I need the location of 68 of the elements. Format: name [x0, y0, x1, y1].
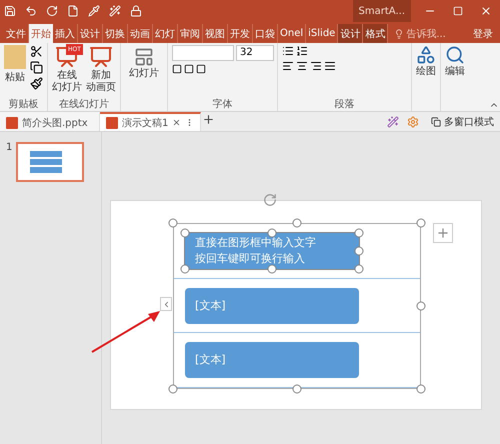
slides-button[interactable]: 幻灯片 [129, 47, 159, 79]
text-shape[interactable]: [文本] [185, 288, 359, 324]
undo-icon[interactable] [25, 5, 37, 17]
editing-button[interactable]: 编辑 [445, 45, 465, 77]
close-icon[interactable] [172, 118, 182, 127]
selection-handle[interactable] [416, 384, 426, 394]
selection-handle[interactable] [268, 228, 276, 238]
plus-icon[interactable] [202, 113, 216, 126]
selection-handle[interactable] [168, 384, 178, 394]
shapes-icon [416, 45, 436, 65]
group-label: 段落 [334, 98, 356, 111]
cut-icon[interactable] [30, 45, 43, 58]
powerpoint-icon [106, 116, 118, 128]
search-icon [445, 45, 465, 65]
new-file-icon[interactable] [67, 5, 79, 17]
text-pane-toggle[interactable] [160, 297, 172, 311]
eyedropper-icon[interactable] [88, 5, 100, 17]
tell-me-field[interactable]: 告诉我... [406, 26, 446, 40]
save-icon[interactable] [4, 5, 16, 17]
selection-handle[interactable] [416, 218, 426, 228]
format-painter-icon[interactable] [30, 77, 43, 90]
rotate-handle-icon[interactable] [263, 193, 277, 207]
slide-number: 1 [6, 142, 12, 153]
lock-icon[interactable] [130, 5, 142, 17]
copy-icon[interactable] [30, 61, 43, 74]
align-center-icon[interactable] [296, 60, 308, 72]
close-icon[interactable] [480, 5, 492, 17]
lightbulb-icon [394, 28, 404, 38]
selection-handle[interactable] [292, 218, 302, 228]
ribbon-button[interactable]: 新加 动画页 [86, 45, 116, 93]
group-label: 剪贴板 [8, 98, 40, 111]
align-right-icon[interactable] [310, 60, 322, 72]
text-shape[interactable]: [文本] [185, 342, 359, 378]
group-label: 字体 [212, 98, 234, 111]
selection-handle[interactable] [180, 264, 190, 274]
selection-handle[interactable] [416, 302, 426, 310]
window-title: SmartA... [352, 0, 411, 22]
document-tab[interactable]: 简介头图.pptx [0, 112, 100, 131]
paste-button[interactable]: 粘贴 [4, 45, 26, 83]
windows-icon [431, 116, 441, 126]
text-shape[interactable]: 直接在图形框中输入文字按回车键即可换行输入 [185, 232, 359, 269]
align-left-icon[interactable] [282, 60, 294, 72]
maximize-icon[interactable] [453, 6, 463, 16]
numbered-list-icon[interactable] [296, 45, 308, 57]
plus-icon [436, 226, 450, 240]
document-tab[interactable]: 演示文稿1 [100, 112, 202, 131]
selection-handle[interactable] [292, 384, 302, 394]
justify-icon[interactable] [324, 60, 336, 72]
ribbon-tab[interactable]: 设计 [338, 24, 364, 43]
ribbon-tab[interactable]: 格式 [363, 24, 388, 43]
drawing-button[interactable]: 绘图 [416, 45, 436, 77]
clipboard-icon [4, 45, 26, 69]
presentation-icon [55, 45, 79, 69]
add-button[interactable] [433, 223, 453, 243]
wand-icon[interactable] [387, 116, 399, 128]
powerpoint-icon [6, 116, 18, 128]
ribbon-tab[interactable]: 开始 [29, 24, 53, 43]
multi-window-button[interactable]: 多窗口模式 [425, 112, 500, 131]
smartart-frame[interactable]: 直接在图形框中输入文字按回车键即可换行输入 [文本] [文本] [173, 223, 421, 389]
sign-in-link[interactable]: 登录 [472, 24, 494, 43]
slide-thumbnail[interactable] [16, 142, 84, 182]
redo-icon[interactable] [46, 5, 58, 17]
font-name-field[interactable] [172, 45, 234, 61]
presentation-icon [89, 45, 113, 69]
arrow-icon [90, 308, 162, 354]
group-label: 在线幻灯片 [58, 98, 110, 111]
slide-layout-icon [134, 47, 154, 67]
font-size-field[interactable]: 32 [236, 45, 274, 61]
